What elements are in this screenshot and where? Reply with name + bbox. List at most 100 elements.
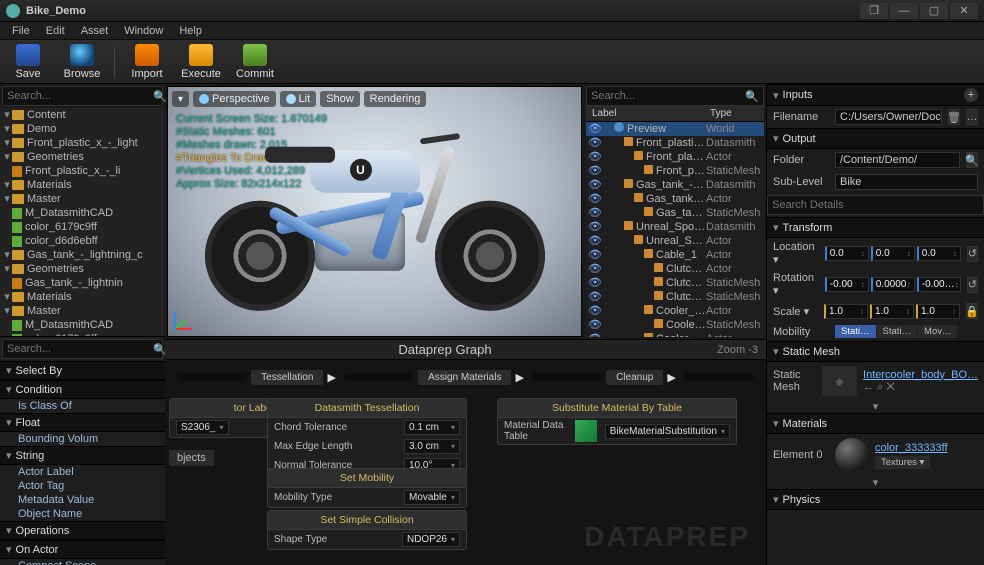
expand-toggle[interactable]: ▾ xyxy=(2,136,12,150)
tree-row[interactable]: color_d6d6ebff xyxy=(0,234,165,248)
play-icon[interactable]: ▶ xyxy=(515,371,523,384)
visibility-icon[interactable]: 👁 xyxy=(588,164,600,178)
vector-field[interactable]: 0.0 xyxy=(917,246,961,261)
tree-row[interactable]: ▾Master xyxy=(0,192,165,206)
outliner-row[interactable]: 👁Cooler_inStaticMesh xyxy=(586,318,764,332)
tree-row[interactable]: ▾Master xyxy=(0,304,165,318)
selectby-item[interactable]: Is Class Of xyxy=(0,399,165,413)
vector-field[interactable]: 0.0000 xyxy=(871,277,915,292)
tree-row[interactable]: M_DatasmithCAD xyxy=(0,206,165,220)
step-cleanup[interactable]: Cleanup xyxy=(606,370,663,385)
visibility-icon[interactable]: 👁 xyxy=(588,192,600,206)
menu-window[interactable]: Window xyxy=(116,25,171,37)
textures-dropdown[interactable]: Textures ▾ xyxy=(875,456,930,469)
visibility-icon[interactable]: 👁 xyxy=(588,150,600,164)
expand-down-icon[interactable]: ▾ xyxy=(767,476,984,489)
materials-section[interactable]: Materials xyxy=(783,418,978,430)
visibility-icon[interactable]: 👁 xyxy=(588,122,600,136)
clear-filename-button[interactable]: 🗑 xyxy=(948,109,960,125)
selectby-section[interactable]: ▾String xyxy=(0,446,165,465)
expand-toggle[interactable]: ▾ xyxy=(2,178,12,192)
transform-section[interactable]: Transform xyxy=(783,222,978,234)
expand-toggle[interactable]: ▾ xyxy=(2,192,12,206)
details-search[interactable] xyxy=(767,195,984,215)
visibility-icon[interactable]: 👁 xyxy=(588,290,600,304)
outliner-row[interactable]: 👁Cooler_injeActor xyxy=(586,304,764,318)
vector-field[interactable]: -0.00… xyxy=(917,277,961,292)
save-button[interactable]: Save xyxy=(6,44,50,80)
mobility-option[interactable]: Mov… xyxy=(918,325,957,338)
visibility-icon[interactable]: 👁 xyxy=(588,276,600,290)
mobility-option[interactable]: Stati… xyxy=(877,325,918,338)
lit-button[interactable]: Lit xyxy=(280,91,317,107)
vector-field[interactable]: -0.00 xyxy=(825,277,869,292)
tree-row[interactable]: ▾Materials xyxy=(0,290,165,304)
static-mesh-section[interactable]: Static Mesh xyxy=(783,346,978,358)
set-collision-node[interactable]: Set Simple Collision Shape TypeNDOP26 xyxy=(267,510,467,550)
substitute-material-node[interactable]: Substitute Material By Table Material Da… xyxy=(497,398,737,445)
rendering-button[interactable]: Rendering xyxy=(364,91,427,107)
param-field[interactable]: NDOP26 xyxy=(402,532,460,547)
outliner-row[interactable]: 👁Front_plastic_xActor xyxy=(586,150,764,164)
folder-field[interactable]: /Content/Demo/ xyxy=(835,152,960,168)
expand-toggle[interactable]: ▾ xyxy=(2,262,12,276)
vector-field[interactable]: 1.0 xyxy=(916,304,960,319)
outliner-row[interactable]: 👁Clutch_cStaticMesh xyxy=(586,276,764,290)
objects-chip[interactable]: bjects xyxy=(169,450,214,466)
dataprep-canvas[interactable]: DATAPREP Tessellation▶Assign Materials▶C… xyxy=(165,360,766,565)
tree-row[interactable]: ▾Content xyxy=(0,108,165,122)
param-field[interactable]: Movable xyxy=(404,490,460,505)
commit-button[interactable]: Commit xyxy=(233,44,277,80)
details-search-input[interactable] xyxy=(772,199,979,211)
execute-button[interactable]: Execute xyxy=(179,44,223,80)
reset-rotation-button[interactable]: ↺ xyxy=(967,277,978,293)
play-icon[interactable]: ▶ xyxy=(327,371,335,384)
visibility-icon[interactable]: 👁 xyxy=(588,248,600,262)
visibility-icon[interactable]: 👁 xyxy=(588,136,600,150)
visibility-icon[interactable]: 👁 xyxy=(588,206,600,220)
visibility-icon[interactable]: 👁 xyxy=(588,262,600,276)
vector-field[interactable]: 0.0 xyxy=(871,246,915,261)
maximize-button[interactable]: ▢ xyxy=(920,3,948,19)
param-field[interactable]: 3.0 cm xyxy=(404,439,460,454)
content-tree[interactable]: ▾Content▾Demo▾Front_plastic_x_-_light▾Ge… xyxy=(0,108,165,336)
reset-location-button[interactable]: ↺ xyxy=(967,246,978,262)
tree-row[interactable]: ▾Demo xyxy=(0,122,165,136)
outliner-row[interactable]: 👁Unreal_SportbikeDatasmith xyxy=(586,220,764,234)
menu-asset[interactable]: Asset xyxy=(73,25,117,37)
import-button[interactable]: Import xyxy=(125,44,169,80)
browse-filename-button[interactable]: … xyxy=(966,109,978,125)
lock-scale-button[interactable]: 🔒 xyxy=(966,303,978,319)
close-button[interactable]: ✕ xyxy=(950,3,978,19)
selectby-item[interactable]: Metadata Value xyxy=(0,493,165,507)
selectby-section[interactable]: ▾Select By xyxy=(0,361,165,380)
tree-row[interactable]: ▾Front_plastic_x_-_light xyxy=(0,136,165,150)
column-label[interactable]: Label xyxy=(586,108,704,119)
menu-file[interactable]: File xyxy=(4,25,38,37)
outliner-row[interactable]: 👁Gas_tank_-_lightnDatasmith xyxy=(586,178,764,192)
menu-help[interactable]: Help xyxy=(171,25,210,37)
output-section[interactable]: Output xyxy=(783,133,978,145)
vector-field[interactable]: 1.0 xyxy=(870,304,914,319)
viewport[interactable]: ▾ Perspective Lit Show Rendering Current… xyxy=(167,86,582,337)
outliner-row[interactable]: 👁Cable_1Actor xyxy=(586,248,764,262)
inputs-section[interactable]: Inputs xyxy=(783,89,964,101)
mesh-thumbnail[interactable]: ◆ xyxy=(822,366,857,396)
tree-row[interactable]: Gas_tank_-_lightnin xyxy=(0,276,165,290)
outliner-row[interactable]: 👁Gas_tank_-StaticMesh xyxy=(586,206,764,220)
content-search-input[interactable] xyxy=(7,90,149,102)
selectby-search-input[interactable] xyxy=(7,343,149,355)
actor-label-field[interactable]: S2306_ xyxy=(176,420,229,435)
outliner-row[interactable]: 👁PreviewWorld xyxy=(586,122,764,136)
outliner-row[interactable]: 👁Front_plasticStaticMesh xyxy=(586,164,764,178)
outliner-row[interactable]: 👁Clutch_cStaticMesh xyxy=(586,290,764,304)
selectby-section[interactable]: ▾On Actor xyxy=(0,540,165,559)
minimize-button[interactable]: — xyxy=(890,3,918,19)
outliner-row[interactable]: 👁Clutch_cabActor xyxy=(586,262,764,276)
selectby-section[interactable]: ▾Float xyxy=(0,413,165,432)
expand-toggle[interactable]: ▾ xyxy=(2,304,12,318)
outliner-row[interactable]: 👁Front_plastic_x_-_Datasmith xyxy=(586,136,764,150)
tree-row[interactable]: ▾Materials xyxy=(0,178,165,192)
expand-toggle[interactable]: ▾ xyxy=(2,290,12,304)
vector-field[interactable]: 1.0 xyxy=(824,304,868,319)
